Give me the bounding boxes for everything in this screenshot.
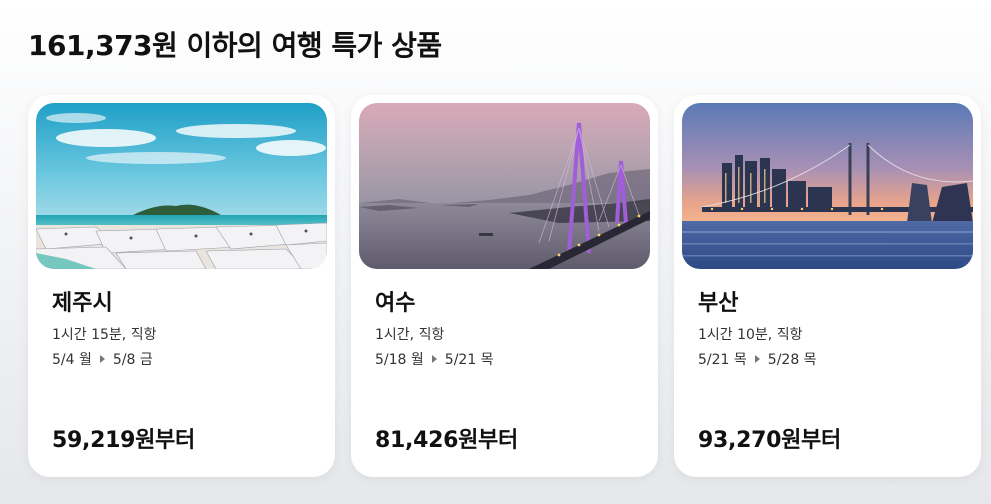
depart-date: 5/4 월 (52, 352, 92, 368)
return-date: 5/8 금 (112, 352, 153, 368)
flight-duration: 1시간 10분, 직항 (698, 327, 803, 343)
card-city-name: 여수 (375, 291, 416, 316)
deal-card-jeju[interactable]: 제주시 1시간 15분, 직항 5/4 월 5/8 금 59,219원부터 (28, 95, 335, 477)
yeosu-bridge-image (359, 103, 650, 269)
card-city-name: 부산 (698, 291, 739, 316)
arrow-right-icon (754, 355, 760, 363)
trip-dates: 5/21 목 5/28 목 (698, 349, 817, 369)
deal-cards: 제주시 1시간 15분, 직항 5/4 월 5/8 금 59,219원부터 여수… (28, 95, 981, 477)
deal-card-yeosu[interactable]: 여수 1시간, 직항 5/18 월 5/21 목 81,426원부터 (351, 95, 658, 477)
flight-duration: 1시간, 직항 (375, 327, 445, 343)
depart-date: 5/18 월 (375, 352, 424, 368)
return-date: 5/28 목 (767, 352, 817, 368)
price-from: 93,270원부터 (698, 428, 841, 453)
price-from: 59,219원부터 (52, 428, 195, 453)
price-from: 81,426원부터 (375, 428, 518, 453)
card-city-name: 제주시 (52, 291, 113, 316)
arrow-right-icon (99, 355, 105, 363)
flight-duration: 1시간 15분, 직항 (52, 327, 157, 343)
deal-card-busan[interactable]: 부산 1시간 10분, 직항 5/21 목 5/28 목 93,270원부터 (674, 95, 981, 477)
depart-date: 5/21 목 (698, 352, 747, 368)
return-date: 5/21 목 (444, 352, 494, 368)
trip-dates: 5/18 월 5/21 목 (375, 349, 494, 369)
page-title: 161,373원 이하의 여행 특가 상품 (28, 29, 442, 62)
jeju-beach-image (36, 103, 327, 269)
busan-bridge-image (682, 103, 973, 269)
trip-dates: 5/4 월 5/8 금 (52, 349, 153, 369)
arrow-right-icon (431, 355, 437, 363)
